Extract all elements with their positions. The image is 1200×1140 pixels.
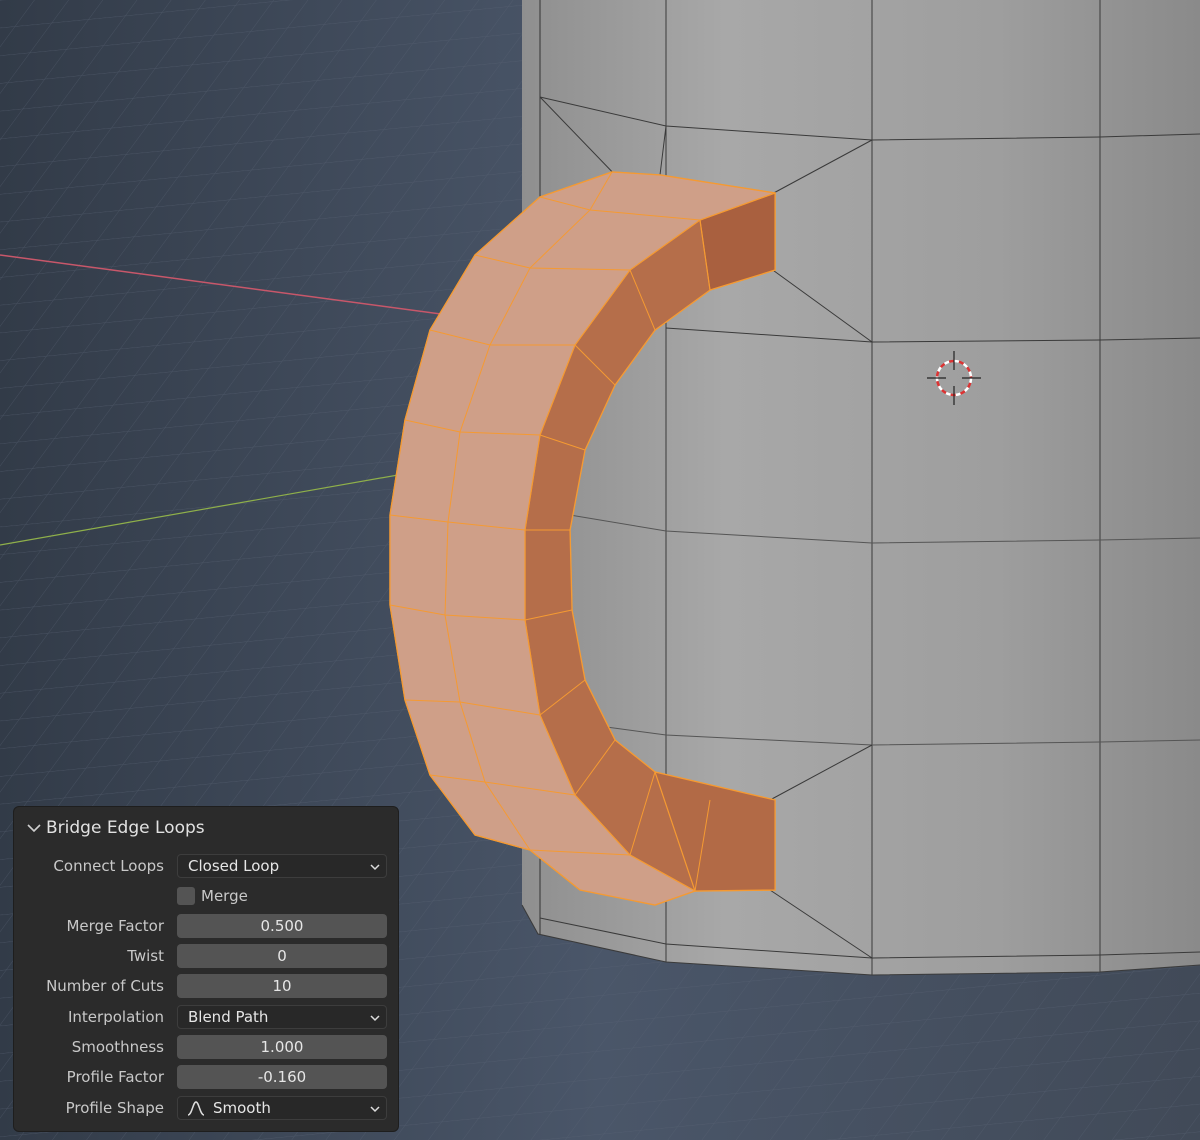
- profile-factor-label: Profile Factor: [66, 1068, 164, 1086]
- profile-shape-row: Profile Shape Smooth: [14, 1095, 398, 1121]
- interpolation-label: Interpolation: [68, 1008, 164, 1026]
- panel-title: Bridge Edge Loops: [46, 818, 205, 838]
- interpolation-row: Interpolation Blend Path: [14, 1004, 398, 1030]
- profile-factor-row: Profile Factor -0.160: [14, 1064, 398, 1090]
- merge-factor-label: Merge Factor: [66, 917, 164, 935]
- merge-checkbox[interactable]: [177, 887, 195, 905]
- smoothness-row: Smoothness 1.000: [14, 1034, 398, 1060]
- chevron-down-icon: [370, 1106, 380, 1113]
- profile-shape-dropdown[interactable]: Smooth: [177, 1096, 387, 1120]
- twist-field[interactable]: 0: [177, 944, 387, 968]
- connect-loops-value: Closed Loop: [188, 857, 280, 875]
- profile-factor-field[interactable]: -0.160: [177, 1065, 387, 1089]
- chevron-down-icon: [370, 1015, 380, 1022]
- interpolation-value: Blend Path: [188, 1008, 269, 1026]
- connect-loops-dropdown[interactable]: Closed Loop: [177, 854, 387, 878]
- interpolation-dropdown[interactable]: Blend Path: [177, 1005, 387, 1029]
- number-of-cuts-row: Number of Cuts 10: [14, 973, 398, 999]
- connect-loops-label: Connect Loops: [53, 857, 164, 875]
- number-of-cuts-label: Number of Cuts: [46, 977, 164, 995]
- smoothness-label: Smoothness: [71, 1038, 164, 1056]
- merge-label: Merge: [201, 887, 248, 905]
- connect-loops-row: Connect Loops Closed Loop: [14, 853, 398, 879]
- smooth-profile-icon: [187, 1101, 205, 1116]
- twist-row: Twist 0: [14, 943, 398, 969]
- twist-label: Twist: [127, 947, 164, 965]
- merge-row: Merge: [14, 883, 398, 909]
- merge-checkbox-wrap[interactable]: Merge: [177, 884, 248, 908]
- number-of-cuts-field[interactable]: 10: [177, 974, 387, 998]
- smoothness-field[interactable]: 1.000: [177, 1035, 387, 1059]
- profile-shape-label: Profile Shape: [65, 1099, 164, 1117]
- profile-shape-value: Smooth: [213, 1099, 271, 1117]
- chevron-down-icon: [370, 864, 380, 871]
- merge-factor-row: Merge Factor 0.500: [14, 913, 398, 939]
- panel-header[interactable]: Bridge Edge Loops: [24, 815, 205, 841]
- operator-panel[interactable]: Bridge Edge Loops Connect Loops Closed L…: [14, 807, 398, 1131]
- merge-factor-field[interactable]: 0.500: [177, 914, 387, 938]
- chevron-down-icon[interactable]: [24, 818, 44, 838]
